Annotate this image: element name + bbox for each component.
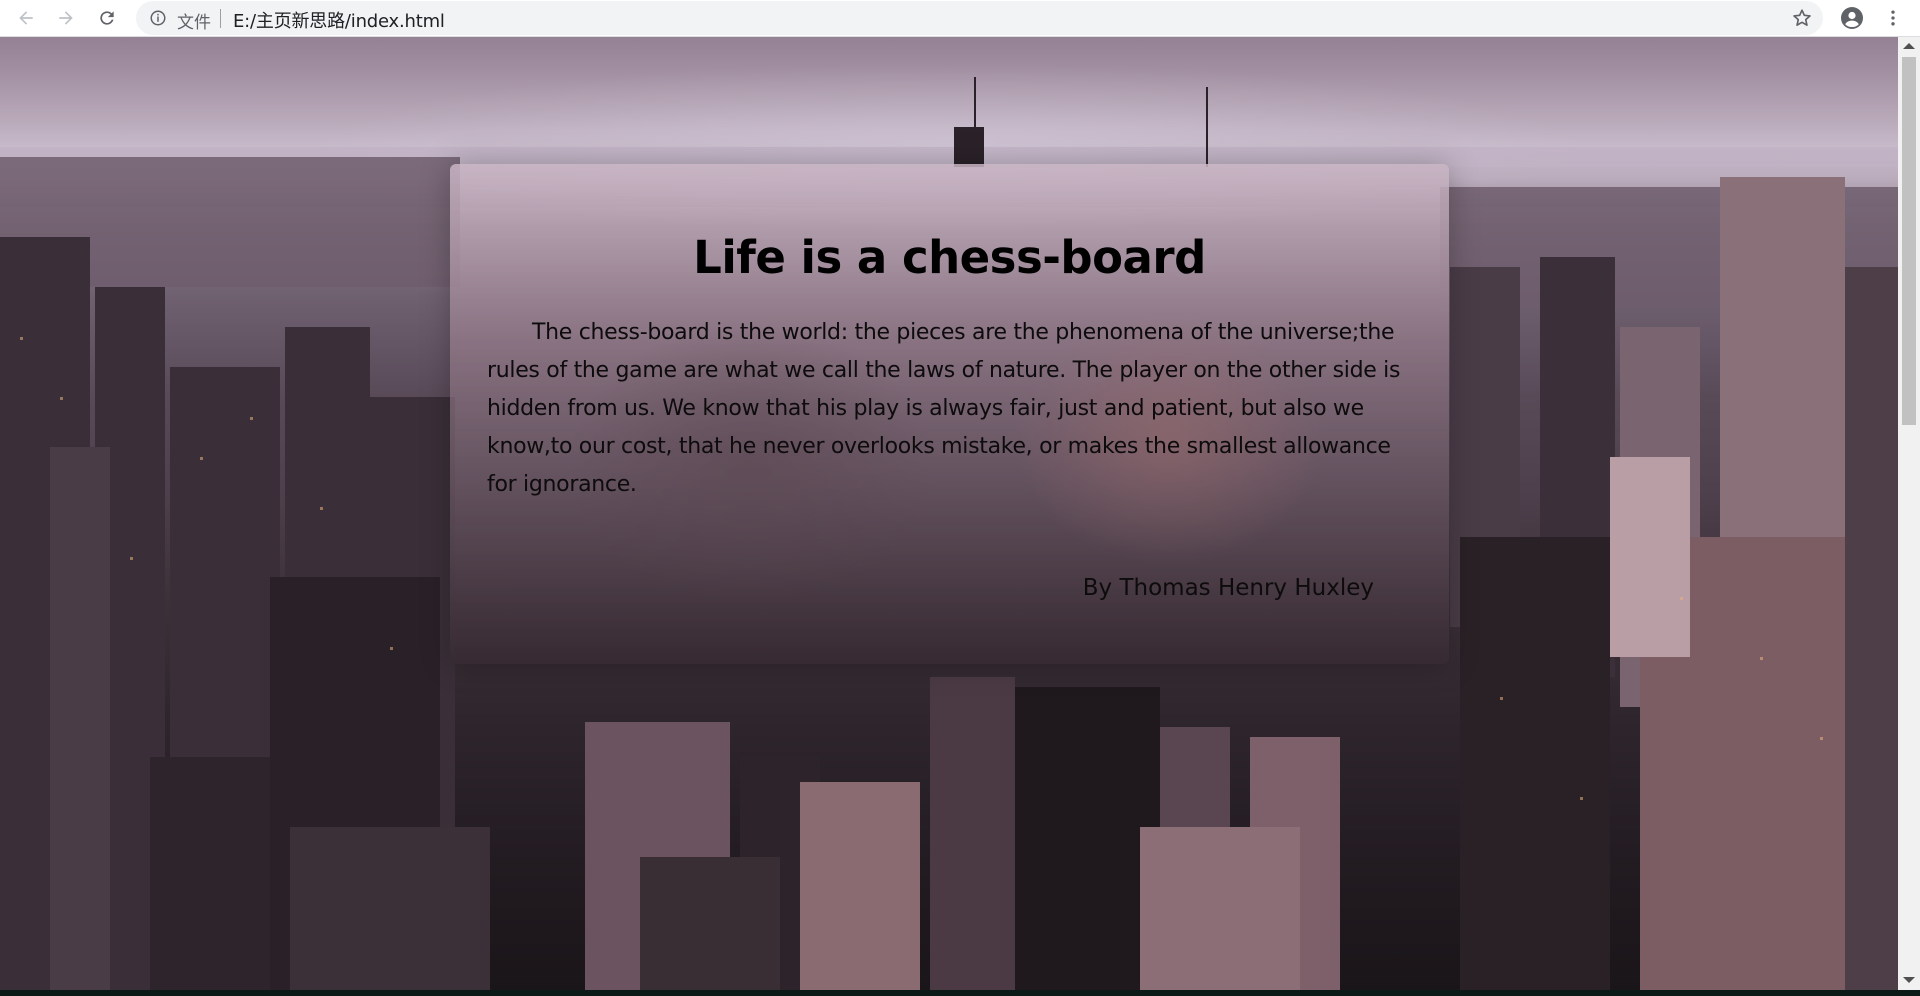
arrow-right-icon [59, 11, 73, 25]
omnibox-separator [220, 9, 221, 28]
address-bar[interactable]: 文件 E:/主页新思路/index.html [136, 1, 1823, 35]
reload-button[interactable] [93, 4, 121, 32]
quote-body: The chess-board is the world: the pieces… [487, 320, 1401, 497]
page-viewport: Life is a chess-board The chess-board is… [0, 37, 1898, 990]
profile-button[interactable] [1838, 4, 1866, 32]
scroll-down-arrow-icon[interactable] [1903, 977, 1915, 983]
quote-author: By Thomas Henry Huxley [1082, 575, 1374, 601]
star-icon[interactable] [1791, 7, 1813, 29]
quote-card: Life is a chess-board The chess-board is… [450, 164, 1449, 664]
back-button[interactable] [12, 4, 40, 32]
bottom-edge-strip [0, 990, 1920, 996]
scheme-label[interactable]: 文件 [177, 8, 211, 33]
forward-button[interactable] [52, 4, 80, 32]
browser-toolbar: 文件 E:/主页新思路/index.html [0, 0, 1920, 37]
vertical-dots-icon [1891, 10, 1895, 26]
info-circle-icon[interactable] [149, 9, 167, 27]
quote-title: Life is a chess-board [693, 231, 1206, 284]
scroll-up-arrow-icon[interactable] [1903, 43, 1915, 49]
url-text[interactable]: E:/主页新思路/index.html [233, 7, 445, 33]
vertical-scrollbar[interactable] [1898, 37, 1920, 990]
reload-icon [100, 11, 114, 25]
scroll-thumb[interactable] [1902, 57, 1916, 425]
browser-menu-button[interactable] [1879, 4, 1907, 32]
arrow-left-icon [19, 11, 33, 25]
account-circle-icon [1841, 7, 1863, 29]
